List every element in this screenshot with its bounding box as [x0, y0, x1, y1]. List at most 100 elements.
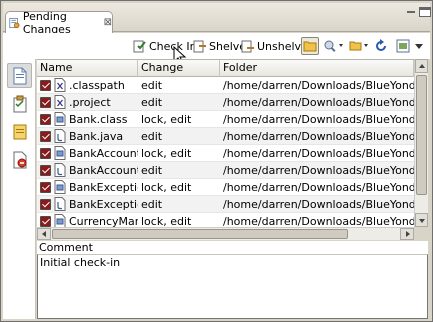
include-checkbox[interactable] [40, 181, 51, 193]
include-checkbox[interactable] [40, 79, 51, 91]
workspace-dropdown-button[interactable] [323, 38, 343, 54]
table-row[interactable]: .classpath edit /home/darren/Downloads/B… [37, 77, 414, 94]
file-name: BankAccount.java [69, 163, 138, 177]
close-icon[interactable]: ⊠ [104, 17, 112, 28]
scroll-down-arrow-icon[interactable] [415, 213, 428, 227]
name-cell: BankException.ja [37, 196, 138, 213]
vertical-scrollbar[interactable] [414, 59, 428, 227]
change-type-cell: lock, edit [141, 146, 192, 160]
scroll-right-arrow-icon[interactable] [400, 228, 414, 240]
minimize-icon[interactable] [406, 7, 418, 17]
work-items-mode-button[interactable] [7, 91, 32, 116]
change-type-cell: edit [141, 197, 163, 211]
maximize-icon[interactable] [419, 7, 431, 17]
name-cell: CurrencyManipula [37, 213, 138, 228]
table-row[interactable]: CurrencyManipula lock, edit /home/darren… [37, 213, 414, 227]
toolbar: Check In Shelve Unshelve [3, 33, 430, 59]
clipboard-icon [13, 95, 26, 112]
file-name: BankException.cl [69, 180, 138, 194]
table-row[interactable]: BankException.cl lock, edit /home/darren… [37, 179, 414, 196]
file-name: Bank.java [69, 129, 124, 143]
open-folder-dropdown-button[interactable] [349, 38, 368, 54]
name-cell: BankAccount.java [37, 162, 138, 179]
name-cell: .classpath [37, 77, 138, 94]
table-row[interactable]: BankException.ja edit /home/darren/Downl… [37, 196, 414, 213]
workspace-icon [324, 40, 343, 52]
horizontal-scrollbar[interactable] [37, 227, 414, 240]
folder-path-cell: /home/darren/Downloads/BlueYonder.Legacy [223, 163, 414, 177]
file-name: BankException.ja [69, 197, 138, 211]
class-file-icon [54, 146, 66, 160]
shelve-icon [193, 40, 206, 53]
file-name: Bank.class [69, 112, 128, 126]
scroll-left-arrow-icon[interactable] [37, 228, 51, 240]
folder-icon [303, 41, 317, 52]
policy-warning-icon [13, 151, 26, 168]
notes-icon [13, 124, 26, 139]
shelve-button[interactable]: Shelve [193, 37, 246, 55]
change-type-cell: edit [141, 78, 163, 92]
source-files-mode-button[interactable] [7, 63, 32, 88]
check-in-icon [133, 40, 146, 53]
file-name: .project [69, 95, 111, 109]
mode-sidebar [3, 59, 36, 319]
x-file-icon [54, 78, 66, 92]
table-header: Name Change Folder [37, 60, 414, 77]
java-file-icon [54, 197, 66, 211]
include-checkbox[interactable] [40, 164, 51, 176]
table-row[interactable]: Bank.class lock, edit /home/darren/Downl… [37, 111, 414, 128]
table-row[interactable]: Bank.java edit /home/darren/Downloads/Bl… [37, 128, 414, 145]
view-menu-button[interactable] [413, 38, 429, 54]
name-cell: Bank.java [37, 128, 138, 145]
comment-label: Comment [37, 241, 428, 255]
file-name: BankAccount.clas [69, 146, 138, 160]
table-row[interactable]: BankAccount.java edit /home/darren/Downl… [37, 162, 414, 179]
unshelve-button[interactable]: Unshelve [241, 37, 308, 55]
pending-changes-table: Name Change Folder .classpath edit /home… [37, 59, 414, 227]
folder-path-cell: /home/darren/Downloads/BlueYonder.Legacy [223, 78, 414, 92]
table-body: .classpath edit /home/darren/Downloads/B… [37, 77, 414, 227]
include-checkbox[interactable] [40, 96, 51, 108]
include-checkbox[interactable] [40, 215, 51, 227]
column-header-change[interactable]: Change [138, 60, 220, 77]
file-name: CurrencyManipula [69, 214, 138, 228]
table-row[interactable]: BankAccount.clas lock, edit /home/darren… [37, 145, 414, 162]
java-file-icon [54, 129, 66, 143]
refresh-button[interactable] [373, 38, 389, 54]
policy-warnings-mode-button[interactable] [7, 147, 32, 172]
class-file-icon [54, 112, 66, 126]
change-type-cell: edit [141, 129, 163, 143]
name-cell: BankAccount.clas [37, 145, 138, 162]
change-type-cell: lock, edit [141, 112, 192, 126]
comment-input[interactable]: Initial check-in [37, 254, 428, 319]
view-tab-strip: Pending Changes ⊠ [3, 3, 431, 36]
file-name: .classpath [69, 78, 125, 92]
pending-changes-icon [9, 17, 20, 28]
show-pending-toggle-button[interactable] [301, 37, 319, 55]
layout-icon [396, 39, 410, 53]
tab-pending-changes[interactable]: Pending Changes ⊠ [5, 9, 113, 36]
include-checkbox[interactable] [40, 113, 51, 125]
include-checkbox[interactable] [40, 130, 51, 142]
tab-title: Pending Changes [22, 9, 71, 36]
document-icon [13, 67, 26, 84]
check-in-button[interactable]: Check In [133, 37, 197, 55]
include-checkbox[interactable] [40, 147, 51, 159]
column-header-name[interactable]: Name [37, 60, 138, 77]
name-cell: BankException.cl [37, 179, 138, 196]
change-type-cell: lock, edit [141, 214, 192, 228]
vertical-scroll-thumb[interactable] [416, 75, 427, 195]
folder-path-cell: /home/darren/Downloads/BlueYonder.Legacy [223, 197, 414, 211]
folder-path-cell: /home/darren/Downloads/BlueYonder.Legacy [223, 129, 414, 143]
horizontal-scroll-thumb[interactable] [52, 229, 348, 239]
check-in-notes-mode-button[interactable] [7, 119, 32, 144]
column-header-folder[interactable]: Folder [220, 60, 414, 77]
name-cell: .project [37, 94, 138, 111]
folder-path-cell: /home/darren/Downloads/BlueYonder.Legacy [223, 214, 414, 228]
table-row[interactable]: .project edit /home/darren/Downloads/Blu… [37, 94, 414, 111]
chevron-down-icon [415, 44, 423, 49]
include-checkbox[interactable] [40, 198, 51, 210]
view-options-button[interactable] [395, 38, 411, 54]
scroll-up-arrow-icon[interactable] [415, 59, 428, 73]
folder-path-cell: /home/darren/Downloads/BlueYonder.Legacy [223, 180, 414, 194]
